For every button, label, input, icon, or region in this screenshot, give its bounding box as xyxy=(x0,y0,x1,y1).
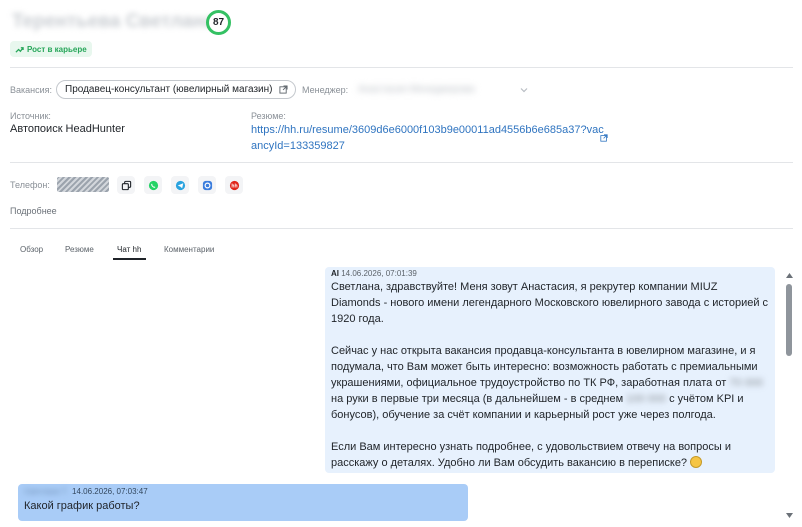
source-value: Автопоиск HeadHunter xyxy=(10,123,125,135)
tab-comments[interactable]: Комментарии xyxy=(164,245,214,254)
phone-label: Телефон: xyxy=(10,180,50,190)
candidate-message-bubble: Светлана Т. 14.06.2026, 07:03:47 Какой гр… xyxy=(18,484,468,521)
message-timestamp: 14.06.2026, 07:01:39 xyxy=(341,269,417,278)
message-text: Светлана, здравствуйте! Меня зовут Анаст… xyxy=(331,279,769,471)
resume-label: Резюме: xyxy=(251,111,286,121)
external-link-icon xyxy=(278,85,288,94)
tag-label: Рост в карьере xyxy=(27,44,87,54)
message-meta: Светлана Т. 14.06.2026, 07:03:47 xyxy=(24,487,462,496)
message-author: Светлана Т. xyxy=(24,487,69,496)
scrollbar-thumb[interactable] xyxy=(786,284,792,356)
headhunter-button[interactable]: hh xyxy=(225,176,243,194)
resume-link[interactable]: https://hh.ru/resume/3609d6e6000f103b9e0… xyxy=(251,122,606,154)
scroll-down-arrow[interactable] xyxy=(782,510,796,520)
message-meta: AI 14.06.2026, 07:01:39 xyxy=(331,269,769,278)
telegram-icon xyxy=(175,180,185,190)
chat-panel[interactable]: AI 14.06.2026, 07:01:39 Светлана, здравс… xyxy=(0,262,802,527)
chevron-up-icon xyxy=(785,272,793,278)
tab-overview[interactable]: Обзор xyxy=(20,245,43,254)
ai-message-bubble: AI 14.06.2026, 07:01:39 Светлана, здравс… xyxy=(325,267,775,473)
salary-masked: 100 000 xyxy=(626,393,666,405)
divider xyxy=(10,228,793,229)
chat-scrollbar[interactable] xyxy=(782,270,796,520)
vacancy-value: Продавец-консультант (ювелирный магазин) xyxy=(65,84,273,95)
tab-chat-hh[interactable]: Чат hh xyxy=(117,245,141,254)
active-tab-indicator xyxy=(113,258,146,260)
match-score-badge: 87 xyxy=(206,10,231,35)
whatsapp-button[interactable] xyxy=(144,176,162,194)
message-paragraph: Светлана, здравствуйте! Меня зовут Анаст… xyxy=(331,281,769,325)
whatsapp-icon xyxy=(148,180,158,190)
external-link-icon[interactable] xyxy=(600,134,608,142)
chevron-down-icon xyxy=(520,87,528,92)
more-details-link[interactable]: Подробнее xyxy=(10,206,57,216)
manager-value: Анастасия Менеджерова xyxy=(358,84,475,95)
divider xyxy=(10,67,793,68)
trending-up-icon xyxy=(15,46,24,53)
career-growth-tag: Рост в карьере xyxy=(10,41,92,57)
max-messenger-icon xyxy=(202,180,212,190)
source-label: Источник: xyxy=(10,111,51,121)
message-timestamp: 14.06.2026, 07:03:47 xyxy=(72,487,148,496)
divider xyxy=(10,162,793,163)
tab-resume[interactable]: Резюме xyxy=(65,245,94,254)
max-messenger-button[interactable] xyxy=(198,176,216,194)
manager-select[interactable]: Анастасия Менеджерова xyxy=(358,81,528,98)
message-paragraph: Если Вам интересно узнать подробнее, с у… xyxy=(331,441,731,469)
headhunter-icon: hh xyxy=(229,180,239,190)
svg-text:hh: hh xyxy=(231,183,237,189)
message-paragraph: Сейчас у нас открыта вакансия продавца-к… xyxy=(331,345,763,421)
chevron-down-icon xyxy=(785,512,793,518)
message-text: Какой график работы? xyxy=(24,500,140,512)
message-author: AI xyxy=(331,269,339,278)
copy-icon xyxy=(121,180,131,190)
telegram-button[interactable] xyxy=(171,176,189,194)
candidate-name: Терентьева Светлана xyxy=(12,11,215,32)
salary-masked: 70 000 xyxy=(729,377,763,389)
scroll-up-arrow[interactable] xyxy=(782,270,796,280)
manager-label: Менеджер: xyxy=(302,85,349,95)
vacancy-link[interactable]: Продавец-консультант (ювелирный магазин) xyxy=(56,80,296,99)
smile-emoji-icon xyxy=(690,456,703,468)
vacancy-label: Вакансия: xyxy=(10,85,53,95)
phone-masked xyxy=(57,177,109,192)
copy-phone-button[interactable] xyxy=(117,176,135,194)
